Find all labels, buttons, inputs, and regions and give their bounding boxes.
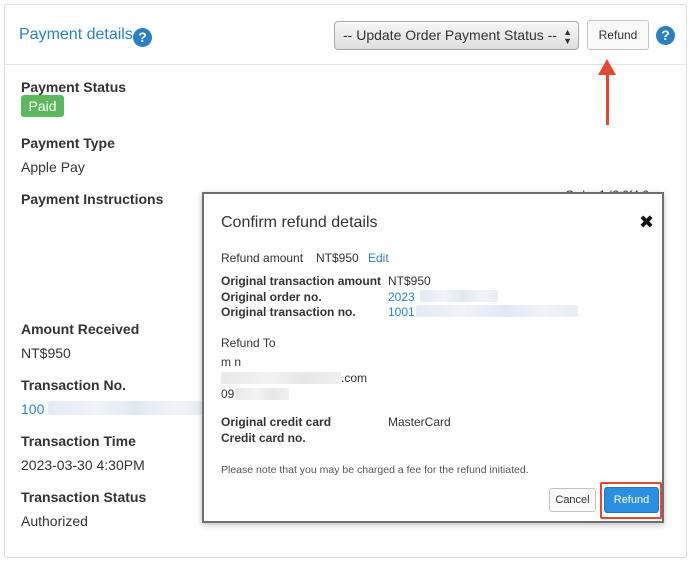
original-transaction-label: Original transaction no. (221, 305, 356, 319)
original-card-label: Original credit card (221, 415, 332, 429)
refund-fee-note: Please note that you may be charged a fe… (221, 464, 529, 476)
amount-received-value: NT$950 (21, 345, 71, 361)
refund-to-name: m n (221, 355, 242, 369)
original-amount-label: Original transaction amount (221, 274, 382, 288)
payment-status-label: Payment Status (21, 79, 127, 95)
redacted-transaction-no (48, 401, 206, 415)
refund-to-phone: 09 (221, 387, 235, 401)
panel-title: Payment details (19, 26, 133, 43)
payment-status-select-value: -- Update Order Payment Status -- (343, 27, 557, 43)
original-order-label: Original order no. (221, 290, 322, 304)
transaction-status-label: Transaction Status (21, 489, 147, 505)
transaction-status-value: Authorized (21, 513, 88, 529)
transaction-time-label: Transaction Time (21, 433, 136, 449)
payment-type-label: Payment Type (21, 135, 115, 151)
original-order-link[interactable]: 2023 (388, 290, 415, 304)
help-icon[interactable]: ? (133, 28, 152, 47)
transaction-time-value: 2023-03-30 4:30PM (21, 457, 145, 473)
original-amount-value: NT$950 (388, 274, 431, 288)
refund-to-label: Refund To (221, 336, 276, 350)
edit-refund-amount-link[interactable]: Edit (368, 251, 389, 265)
select-arrows-icon: ▲ ▼ (563, 27, 572, 46)
panel-header: Payment details ? -- Update Order Paymen… (5, 5, 686, 65)
transaction-no-link[interactable]: 100 (21, 401, 44, 417)
refund-amount-label: Refund amount (221, 251, 304, 265)
refund-amount-value: NT$950 (316, 251, 359, 265)
annotation-arrow-shaft (606, 73, 609, 125)
refund-button[interactable]: Refund (587, 20, 649, 50)
redacted-email (221, 372, 341, 384)
redacted-transaction-no (416, 305, 578, 317)
help-icon[interactable]: ? (656, 26, 675, 45)
original-transaction-link[interactable]: 1001 (388, 305, 415, 319)
redacted-phone (235, 388, 289, 400)
paid-status-badge: Paid (21, 95, 64, 117)
redacted-order-no (420, 290, 498, 302)
confirm-refund-button[interactable]: Refund (604, 487, 659, 513)
modal-title: Confirm refund details (221, 214, 378, 231)
payment-instructions-label: Payment Instructions (21, 191, 164, 207)
payment-type-value: Apple Pay (21, 159, 85, 175)
card-no-label: Credit card no. (221, 431, 306, 445)
cancel-button[interactable]: Cancel (549, 488, 596, 512)
refund-to-email-suffix: .com (341, 371, 368, 385)
close-icon[interactable]: ✖ (639, 212, 654, 233)
original-card-value: MasterCard (388, 415, 451, 429)
payment-status-select[interactable]: -- Update Order Payment Status -- ▲ ▼ (334, 21, 579, 50)
refund-confirm-modal: Confirm refund details ✖ Refund amount N… (202, 192, 664, 523)
transaction-no-label: Transaction No. (21, 377, 127, 393)
amount-received-label: Amount Received (21, 321, 140, 337)
